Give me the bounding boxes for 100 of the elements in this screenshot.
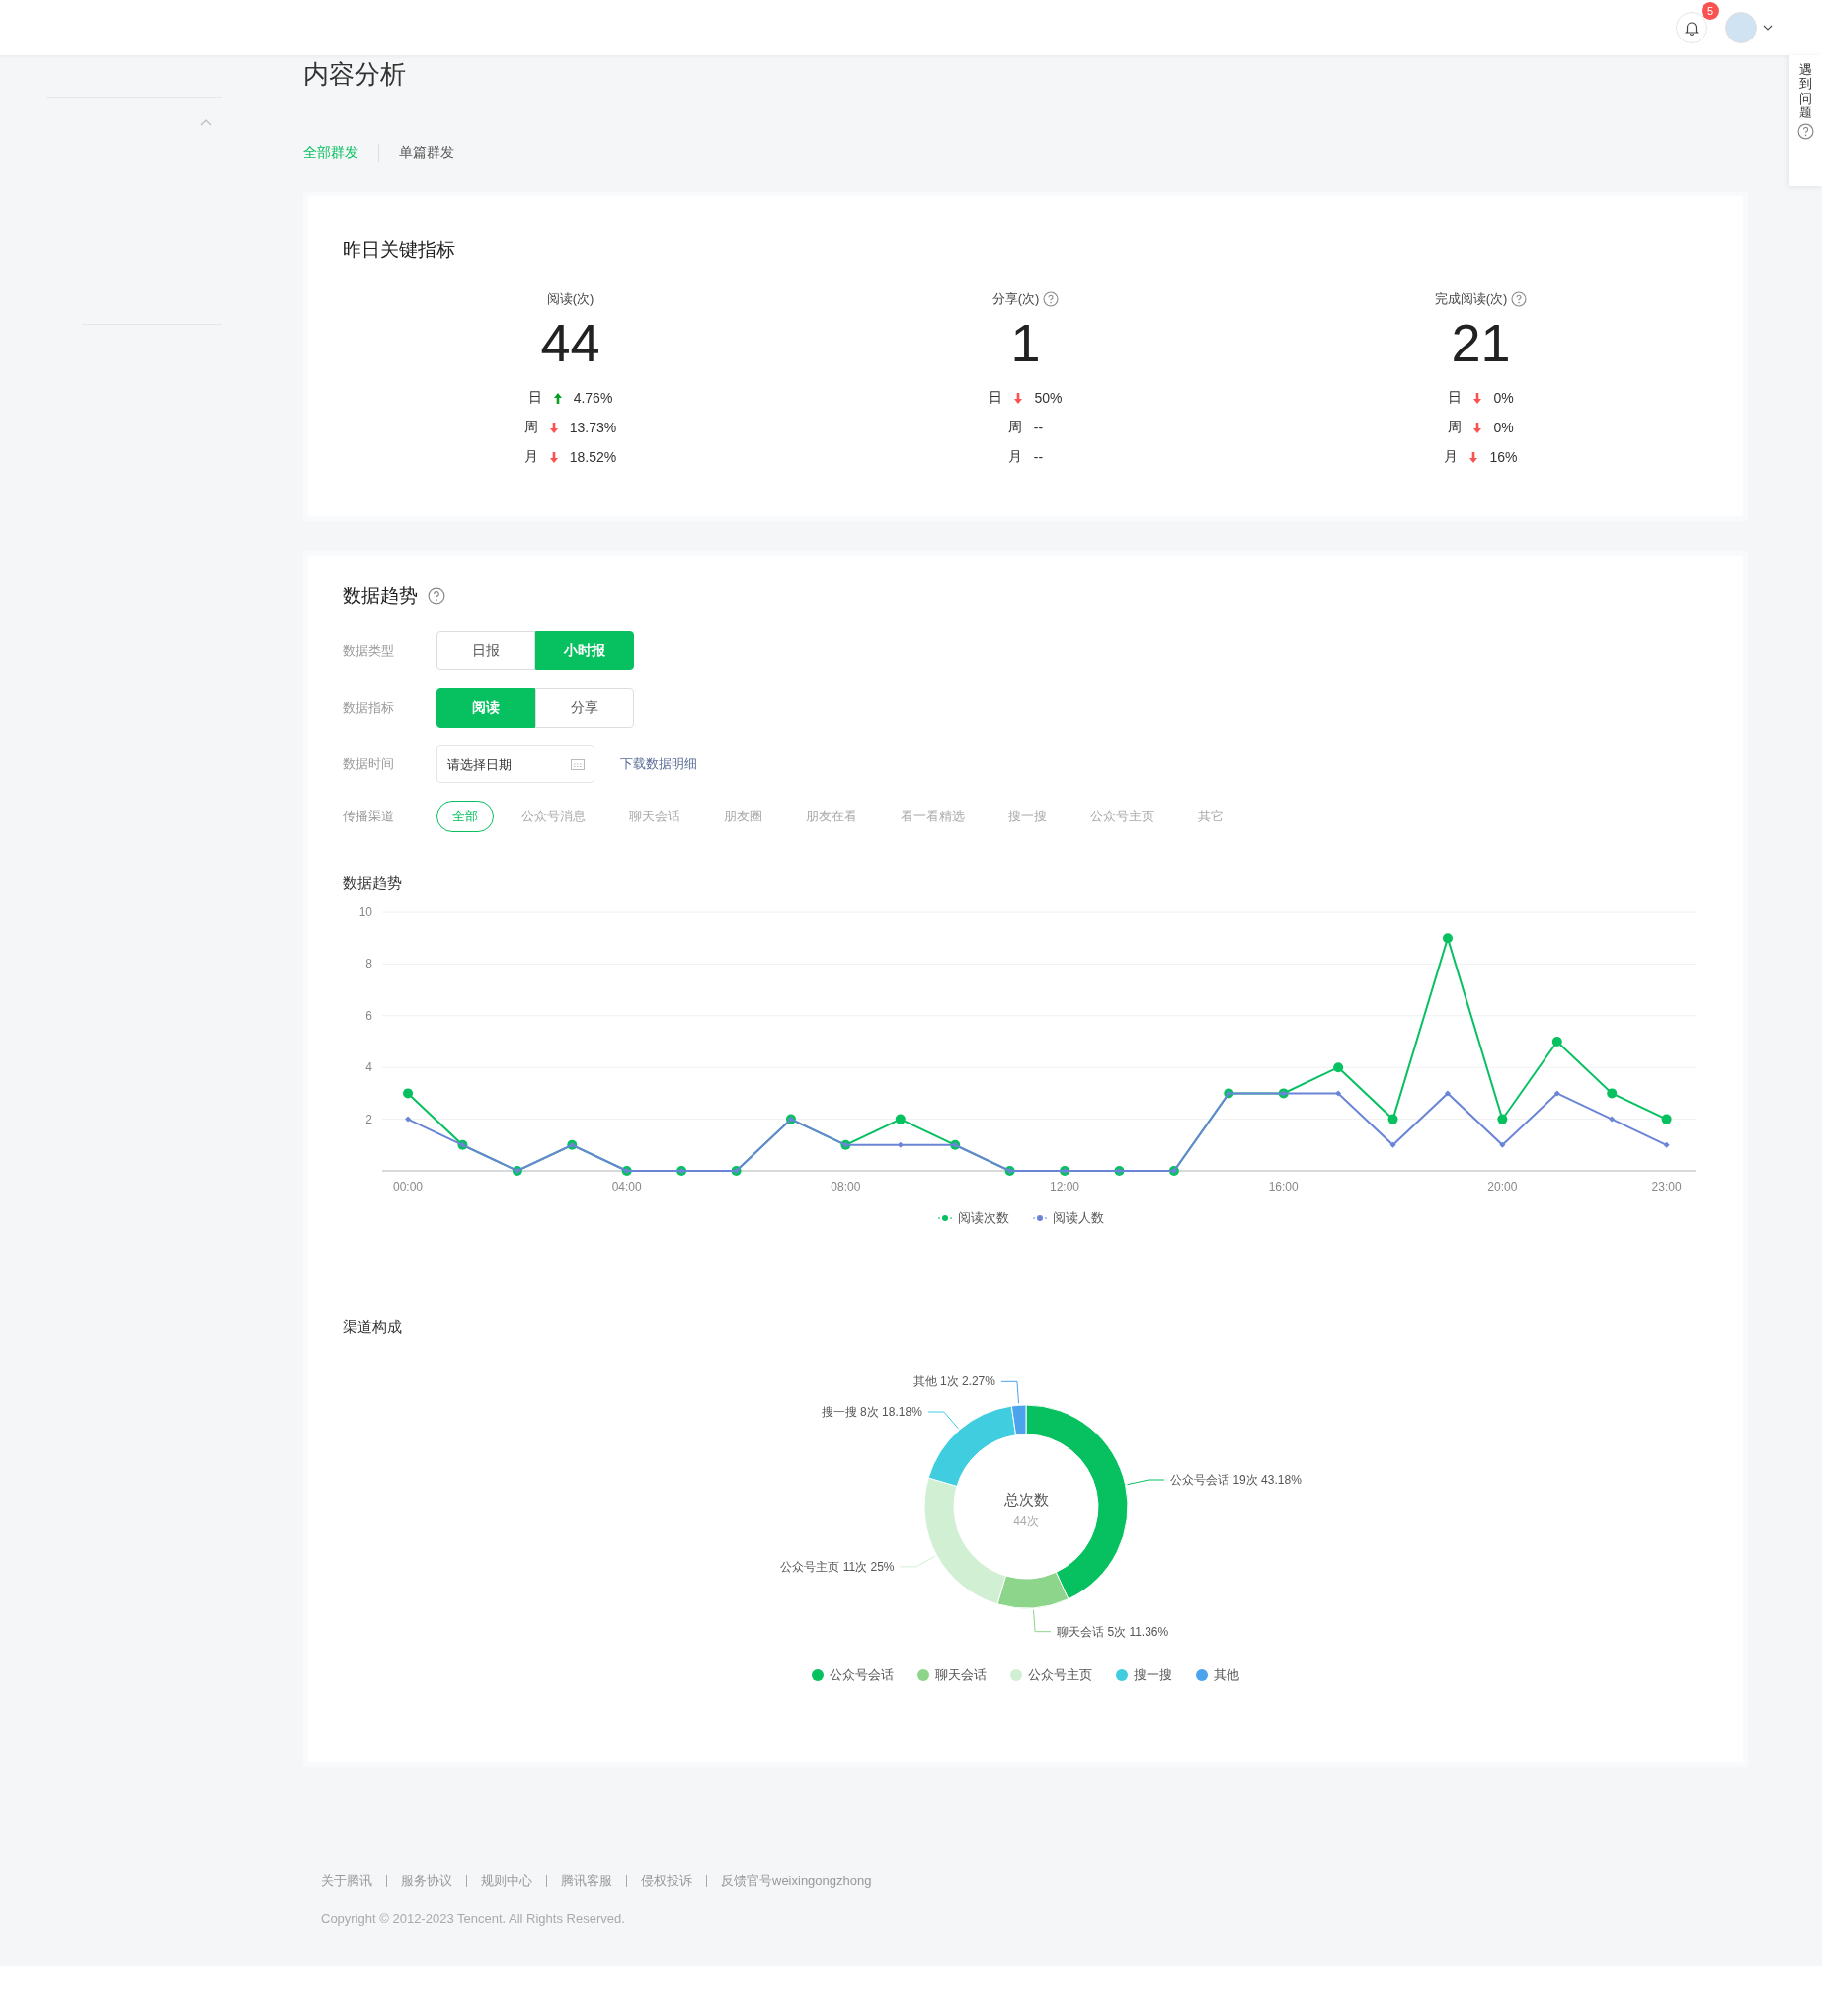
segment-button[interactable]: 日报: [436, 631, 535, 670]
change-value: 4.76%: [573, 390, 613, 406]
y-axis-label: 2: [365, 1112, 372, 1126]
download-link[interactable]: 下载数据明细: [620, 755, 697, 773]
tab[interactable]: 单篇群发: [378, 144, 474, 162]
slice-label: 搜一搜 8次 18.18%: [821, 1405, 922, 1419]
data-point: [1387, 1114, 1398, 1124]
x-axis-label: 08:00: [831, 1180, 861, 1194]
footer-link[interactable]: 规则中心: [481, 1872, 532, 1890]
slice-label: 公众号会话 19次 43.18%: [1169, 1473, 1302, 1487]
y-axis-label: 10: [358, 905, 372, 919]
x-axis-label: 16:00: [1268, 1180, 1299, 1194]
metric-label: 完成阅读(次): [1434, 290, 1508, 308]
card-title: 数据趋势: [343, 584, 418, 608]
data-point: [1444, 1090, 1451, 1097]
data-point: [1335, 1090, 1342, 1097]
x-axis-label: 23:00: [1651, 1180, 1682, 1194]
slice-label: 公众号主页 11次 25%: [779, 1559, 895, 1574]
period-label: 日: [989, 389, 1003, 407]
data-point: [1389, 1141, 1396, 1148]
channel-filter[interactable]: 聊天会话: [613, 801, 696, 832]
data-point: [1499, 1141, 1506, 1148]
footer-link[interactable]: 服务协议: [401, 1872, 452, 1890]
change-value: 0%: [1493, 420, 1514, 435]
change-value: 18.52%: [569, 449, 617, 465]
period-label: 月: [523, 448, 538, 466]
metric-value: 21: [1451, 312, 1511, 374]
footer-link[interactable]: 关于腾讯: [321, 1872, 372, 1890]
period-label: 周: [1448, 419, 1463, 436]
data-point: [403, 1088, 414, 1099]
page-title: 内容分析: [303, 58, 407, 91]
leader-line: [1032, 1609, 1052, 1633]
legend-item[interactable]: 其他: [1196, 1667, 1239, 1684]
x-axis-label: 00:00: [393, 1180, 424, 1194]
notification-badge: 5: [1702, 2, 1719, 20]
change-value: 16%: [1489, 449, 1518, 465]
metric-label: 分享(次): [991, 290, 1040, 308]
channel-filter[interactable]: 公众号消息: [506, 801, 601, 832]
legend-item[interactable]: 阅读次数: [937, 1209, 1009, 1227]
field-label: 数据类型: [343, 642, 395, 659]
chevron-down-icon[interactable]: [1763, 25, 1773, 31]
footer-link[interactable]: 反馈官号weixingongzhong: [721, 1872, 872, 1890]
leader-line: [999, 1380, 1019, 1404]
field-label: 数据指标: [343, 699, 395, 717]
change-value: 50%: [1034, 390, 1063, 406]
channel-filter[interactable]: 公众号主页: [1074, 801, 1170, 832]
x-axis-label: 12:00: [1050, 1180, 1080, 1194]
metric-label: 阅读(次): [546, 290, 594, 308]
tab[interactable]: 全部群发: [303, 144, 378, 162]
metric-value: 44: [540, 312, 600, 374]
change-value: --: [1033, 420, 1044, 435]
card-title: 昨日关键指标: [343, 238, 456, 262]
date-field[interactable]: 请选择日期: [436, 745, 594, 783]
data-point: [405, 1116, 412, 1123]
footer-link[interactable]: 侵权投诉: [641, 1872, 692, 1890]
data-point: [1333, 1062, 1344, 1073]
data-point: [1551, 1037, 1562, 1047]
period-label: 月: [1444, 448, 1459, 466]
notification-bell-icon[interactable]: [1676, 12, 1707, 43]
y-axis-label: 6: [365, 1008, 372, 1023]
period-label: 日: [1448, 389, 1463, 407]
field-label: 数据时间: [343, 755, 395, 773]
chevron-up-icon[interactable]: [200, 119, 212, 126]
legend-item[interactable]: 公众号主页: [1010, 1667, 1092, 1684]
channel-filter[interactable]: 朋友在看: [790, 801, 873, 832]
help-icon[interactable]: [1511, 291, 1528, 307]
channel-filter[interactable]: 朋友圈: [708, 801, 778, 832]
data-point: [1607, 1088, 1618, 1099]
change-value: 13.73%: [569, 420, 617, 435]
slice-label: 其他 1次 2.27%: [912, 1374, 995, 1389]
data-point: [897, 1141, 904, 1148]
leader-line: [926, 1411, 959, 1430]
segment-button[interactable]: 阅读: [436, 688, 535, 728]
legend-item[interactable]: 聊天会话: [917, 1667, 987, 1684]
copyright-text: Copyright © 2012-2023 Tencent. All Rights Reserved.: [321, 1911, 626, 1926]
period-label: 月: [1007, 448, 1022, 466]
help-tab[interactable]: 遇到问题: [1789, 55, 1822, 186]
segment-button[interactable]: 小时报: [535, 631, 634, 670]
field-label: 传播渠道: [343, 808, 395, 825]
y-axis-label: 4: [365, 1060, 372, 1075]
channel-filter[interactable]: 其它: [1182, 801, 1239, 832]
footer-link[interactable]: 腾讯客服: [561, 1872, 612, 1890]
help-icon[interactable]: [1043, 291, 1060, 307]
help-icon[interactable]: [428, 587, 445, 605]
data-point: [1553, 1090, 1560, 1097]
legend-item[interactable]: 搜一搜: [1116, 1667, 1172, 1684]
period-label: 日: [527, 389, 542, 407]
leader-line: [899, 1555, 935, 1568]
metric-value: 1: [1010, 312, 1041, 374]
help-icon[interactable]: [1797, 123, 1814, 141]
x-axis-label: 04:00: [611, 1180, 642, 1194]
period-label: 周: [523, 419, 538, 436]
y-axis-label: 8: [365, 957, 372, 971]
period-label: 周: [1007, 419, 1022, 436]
legend-item[interactable]: 公众号会话: [812, 1667, 894, 1684]
segment-button[interactable]: 分享: [535, 688, 634, 728]
legend-item[interactable]: 阅读人数: [1032, 1209, 1104, 1227]
donut-center-label: 总次数: [1003, 1491, 1048, 1508]
chart-title: 数据趋势: [343, 874, 403, 892]
data-point: [1442, 933, 1453, 944]
